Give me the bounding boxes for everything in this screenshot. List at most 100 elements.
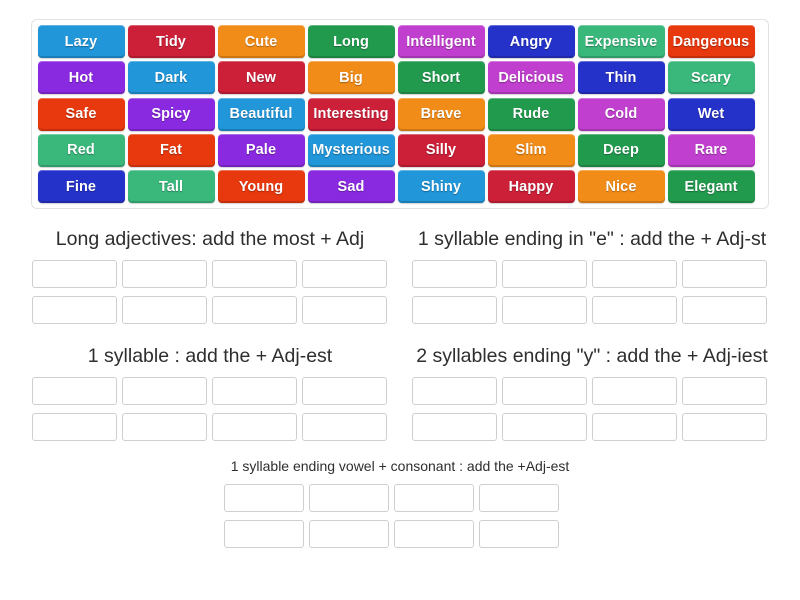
draggable-word-tile[interactable]: Safe	[37, 97, 125, 131]
drop-zone[interactable]	[592, 260, 677, 288]
draggable-word-tile[interactable]: Tall	[127, 170, 215, 203]
draggable-word-tile[interactable]: Interesting	[307, 97, 395, 131]
drop-zone-group	[24, 377, 396, 449]
drop-zone[interactable]	[682, 260, 767, 288]
draggable-word-tile[interactable]: Scary	[667, 61, 755, 95]
draggable-word-tile[interactable]: Silly	[397, 133, 485, 167]
draggable-word-tile[interactable]: Wet	[667, 97, 755, 131]
draggable-word-tile[interactable]: Young	[217, 170, 305, 203]
drop-zone[interactable]	[592, 413, 677, 441]
draggable-word-tile[interactable]: Beautiful	[217, 97, 305, 131]
drop-zone[interactable]	[122, 260, 207, 288]
activity-canvas: Lazy Tidy Cute Long Intelligent Angry Expensiv…	[0, 0, 800, 600]
draggable-word-tile[interactable]: Fine	[37, 170, 125, 203]
drop-zone[interactable]	[412, 413, 497, 441]
drop-zone[interactable]	[122, 377, 207, 405]
draggable-word-tile[interactable]: Short	[397, 61, 485, 95]
draggable-word-tile[interactable]: Big	[307, 61, 395, 95]
draggable-word-tile[interactable]: Rare	[667, 133, 755, 167]
draggable-word-tile[interactable]: Tidy	[127, 25, 215, 58]
draggable-word-tile[interactable]: New	[217, 61, 305, 95]
draggable-word-tile[interactable]: Mysterious	[307, 133, 395, 167]
drop-zone[interactable]	[32, 413, 117, 441]
drop-zone[interactable]	[212, 260, 297, 288]
drop-zone[interactable]	[302, 260, 387, 288]
category-vowel-consonant: 1 syllable ending vowel + consonant : ad…	[214, 458, 586, 556]
word-tile-label: Wet	[697, 106, 725, 122]
category-title: 2 syllables ending "y" : add the + Adj-i…	[416, 345, 768, 367]
draggable-word-tile[interactable]: Dangerous	[667, 25, 755, 58]
drop-zone[interactable]	[412, 296, 497, 324]
drop-zone[interactable]	[502, 377, 587, 405]
drop-zone[interactable]	[502, 413, 587, 441]
draggable-word-tile[interactable]: Angry	[487, 25, 575, 58]
drop-zone[interactable]	[479, 520, 559, 548]
drop-zone-group	[24, 260, 396, 332]
draggable-word-tile[interactable]: Dark	[127, 61, 215, 95]
drop-zone[interactable]	[302, 296, 387, 324]
draggable-word-tile[interactable]: Happy	[487, 170, 575, 203]
drop-zone[interactable]	[592, 296, 677, 324]
draggable-word-tile[interactable]: Hot	[37, 61, 125, 95]
draggable-word-tile[interactable]: Nice	[577, 170, 665, 203]
draggable-word-tile[interactable]: Fat	[127, 133, 215, 167]
word-tile-label: Intelligent	[406, 33, 476, 50]
draggable-word-tile[interactable]: Rude	[487, 97, 575, 131]
draggable-word-tile[interactable]: Expensive	[577, 25, 665, 58]
draggable-word-tile[interactable]: Delicious	[487, 61, 575, 95]
draggable-word-tile[interactable]: Thin	[577, 61, 665, 95]
drop-zone[interactable]	[302, 377, 387, 405]
draggable-word-tile[interactable]: Cute	[217, 25, 305, 58]
drop-zone[interactable]	[32, 260, 117, 288]
drop-zone[interactable]	[32, 296, 117, 324]
draggable-word-tile[interactable]: Elegant	[667, 170, 755, 203]
category-one-syllable: 1 syllable : add the + Adj-est	[24, 345, 396, 449]
draggable-word-tile[interactable]: Pale	[217, 133, 305, 167]
word-bank-row: Red Fat Pale Mysterious Silly Slim Deep Rare	[36, 133, 764, 167]
drop-zone-group	[214, 484, 586, 556]
word-bank-row: Hot Dark New Big Short Delicious Thin Scary	[36, 61, 764, 95]
draggable-word-tile[interactable]: Sad	[307, 170, 395, 203]
drop-zone[interactable]	[502, 296, 587, 324]
drop-zone[interactable]	[502, 260, 587, 288]
drop-zone[interactable]	[412, 260, 497, 288]
drop-zone[interactable]	[212, 296, 297, 324]
draggable-word-tile[interactable]: Cold	[577, 97, 665, 131]
drop-zone[interactable]	[682, 413, 767, 441]
word-tile-label: Dangerous	[672, 33, 750, 50]
draggable-word-tile[interactable]: Spicy	[127, 97, 215, 131]
draggable-word-tile[interactable]: Lazy	[37, 25, 125, 58]
category-long-adjectives: Long adjectives: add the most + Adj	[24, 228, 396, 332]
drop-zone[interactable]	[479, 484, 559, 512]
drop-zone[interactable]	[412, 377, 497, 405]
draggable-word-tile[interactable]: Shiny	[397, 170, 485, 203]
word-tile-label: Big	[339, 69, 363, 86]
word-tile-label: New	[245, 69, 277, 86]
drop-zone[interactable]	[32, 377, 117, 405]
drop-zone[interactable]	[309, 484, 389, 512]
category-title: Long adjectives: add the most + Adj	[55, 228, 365, 250]
draggable-word-tile[interactable]: Red	[37, 133, 125, 167]
drop-zone[interactable]	[682, 377, 767, 405]
draggable-word-tile[interactable]: Deep	[577, 133, 665, 167]
draggable-word-tile[interactable]: Intelligent	[397, 25, 485, 58]
drop-zone[interactable]	[309, 520, 389, 548]
drop-zone[interactable]	[592, 377, 677, 405]
drop-zone[interactable]	[122, 296, 207, 324]
draggable-word-tile[interactable]: Brave	[397, 97, 485, 131]
drop-zone[interactable]	[394, 484, 474, 512]
word-tile-label: Tall	[158, 178, 184, 195]
drop-zone[interactable]	[122, 413, 207, 441]
drop-zone[interactable]	[224, 520, 304, 548]
drop-zone[interactable]	[212, 377, 297, 405]
drop-zone[interactable]	[224, 484, 304, 512]
draggable-word-tile[interactable]: Long	[307, 25, 395, 58]
word-tile-label: Long	[333, 33, 369, 50]
word-tile-label: Pale	[245, 142, 277, 159]
drop-zone[interactable]	[302, 413, 387, 441]
drop-zone[interactable]	[212, 413, 297, 441]
draggable-word-tile[interactable]: Slim	[487, 133, 575, 167]
drop-zone[interactable]	[394, 520, 474, 548]
category-title: 1 syllable : add the + Adj-est	[87, 345, 333, 367]
drop-zone[interactable]	[682, 296, 767, 324]
